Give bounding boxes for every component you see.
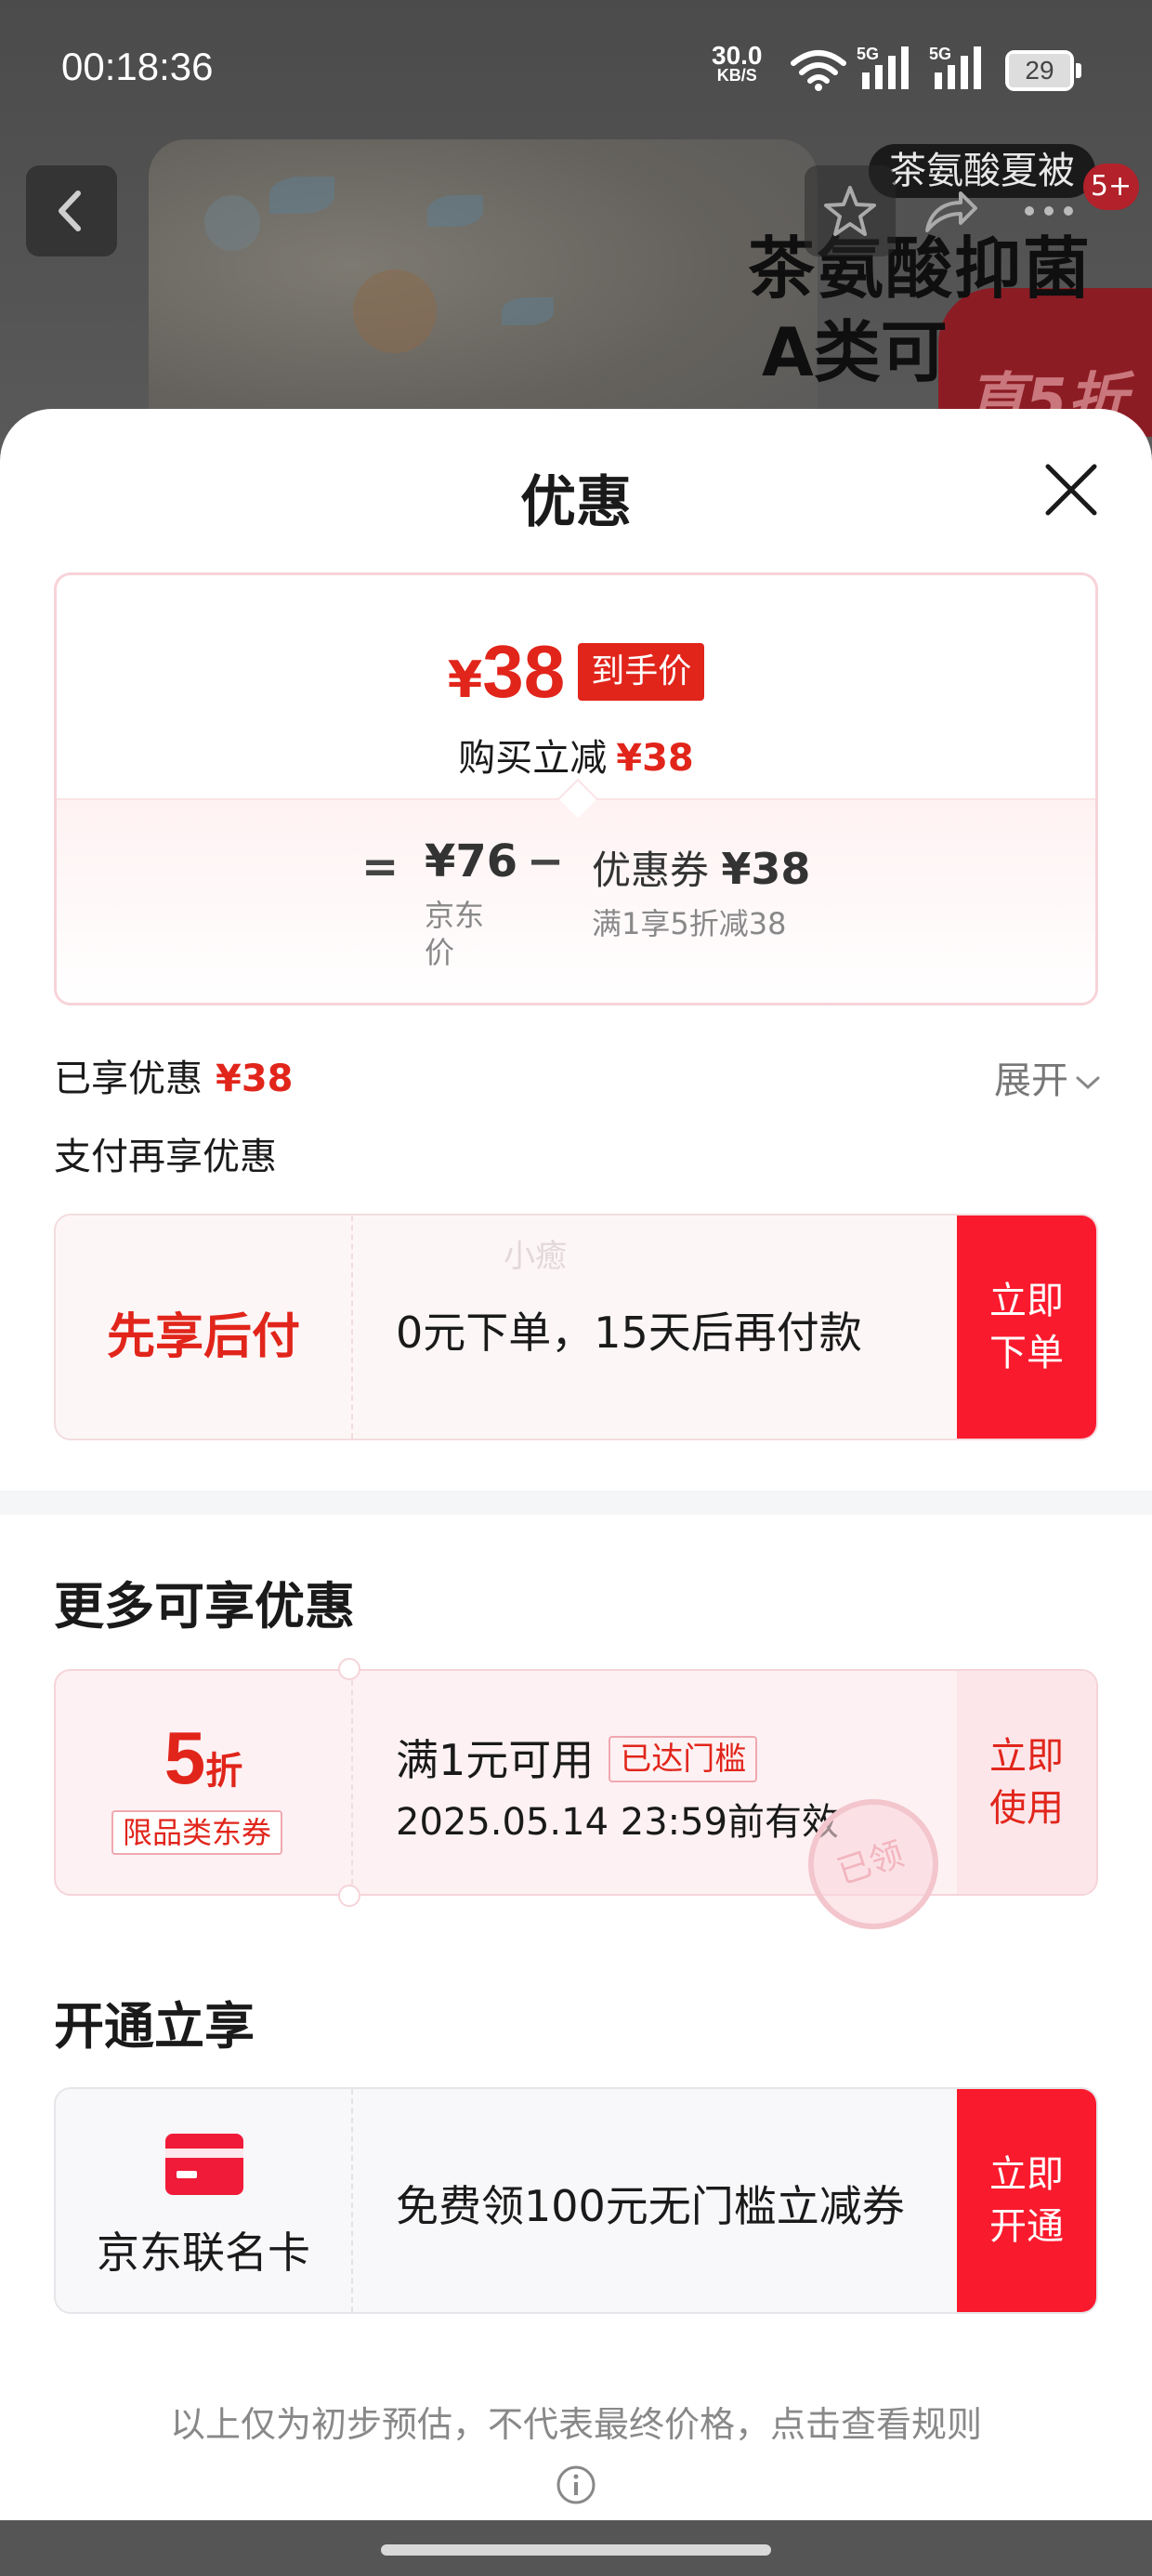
- signal-icon: 5G: [857, 45, 916, 95]
- coupon-rule: 满1享5折减38: [592, 906, 787, 941]
- coupon-expiry: 2025.05.14 23:59前有效: [396, 1801, 840, 1844]
- final-price-tag: 到手价: [578, 643, 705, 701]
- discount-sheet: 优惠 ¥38 到手价 购买立减 ¥38 = ¥76 京东价 − 优惠券 ¥38 满1…: [0, 409, 1152, 2520]
- battery-icon: 29: [1005, 50, 1081, 91]
- home-indicator[interactable]: [381, 2544, 771, 2556]
- enjoyed-discount: 已享优惠 ¥38: [54, 1058, 294, 1100]
- jd-card-offer: 京东联名卡 免费领100元无门槛立减券 立即开通: [54, 2087, 1098, 2314]
- minus-sign: −: [527, 835, 565, 887]
- instant-discount: 购买立减 ¥38: [458, 737, 694, 780]
- coupon-condition: 满1元可用 已达门槛: [396, 1727, 758, 1788]
- watermark: 小癒: [504, 1238, 567, 1275]
- open-benefits-title: 开通立享: [54, 1997, 255, 2056]
- expand-button[interactable]: 展开: [994, 1050, 1102, 1104]
- order-now-button[interactable]: 立即下单: [957, 1216, 1096, 1439]
- more-button[interactable]: [1003, 165, 1094, 256]
- final-price: ¥38 到手价: [57, 629, 1095, 715]
- signal-icon: 5G: [929, 45, 988, 95]
- share-button[interactable]: [901, 165, 992, 256]
- jd-card-name: 京东联名卡: [97, 2228, 310, 2278]
- clock: 00:18:36: [61, 45, 214, 88]
- rules-note[interactable]: 以上仅为初步预估，不代表最终价格，点击查看规则: [0, 2396, 1152, 2447]
- info-icon[interactable]: [556, 2464, 596, 2505]
- status-badge: 已达门槛: [609, 1736, 758, 1782]
- original-price-label: 京东价: [425, 898, 485, 970]
- close-icon[interactable]: [1039, 457, 1104, 522]
- bnpl-card: 先享后付 0元下单，15天后再付款 立即下单: [54, 1214, 1098, 1440]
- bnpl-title: 先享后付: [106, 1309, 300, 1365]
- coupon-amount: 5折: [164, 1716, 243, 1799]
- svg-text:5G: 5G: [857, 45, 879, 63]
- wifi-icon: [791, 50, 846, 91]
- svg-text:5G: 5G: [929, 45, 951, 63]
- price-summary-card: ¥38 到手价 购买立减 ¥38 = ¥76 京东价 − 优惠券 ¥38 满1享5折…: [54, 572, 1098, 1005]
- more-discounts-title: 更多可享优惠: [54, 1577, 355, 1636]
- original-price: ¥76: [425, 835, 518, 887]
- chevron-down-icon: [1076, 1076, 1100, 1090]
- jd-card-desc: 免费领100元无门槛立减券: [396, 2181, 905, 2231]
- sheet-title: 优惠: [520, 470, 632, 535]
- star-icon: [824, 186, 876, 236]
- favorite-button[interactable]: [805, 165, 896, 256]
- section-divider: [0, 1491, 1152, 1515]
- back-arrow-icon: [59, 191, 81, 231]
- credit-card-icon: [165, 2134, 243, 2195]
- product-headline-line2: A类可: [762, 313, 948, 391]
- coupon-card: 5折 限品类东券 满1元可用 已达门槛 2025.05.14 23:59前有效 立…: [54, 1669, 1098, 1896]
- home-indicator-bar: [0, 2520, 1152, 2576]
- bnpl-desc: 0元下单，15天后再付款: [396, 1308, 862, 1358]
- coupon-deduction: 优惠券 ¥38: [592, 844, 811, 894]
- equals-sign: =: [361, 841, 399, 893]
- more-icon: [1025, 206, 1073, 216]
- price-breakdown: [57, 798, 1095, 1003]
- share-icon: [925, 191, 977, 232]
- back-button[interactable]: [26, 165, 117, 256]
- coupon-category: 限品类东券: [111, 1810, 283, 1855]
- claimed-stamp: 已领: [808, 1799, 938, 1929]
- use-now-button[interactable]: 立即使用: [957, 1671, 1096, 1894]
- network-speed: 30.0 KB/S: [712, 41, 763, 85]
- pay-more-label: 支付再享优惠: [54, 1136, 277, 1178]
- product-image: [149, 139, 818, 437]
- open-now-button[interactable]: 立即开通: [957, 2089, 1096, 2312]
- status-bar: 00:18:36 30.0 KB/S 5G 5G 29: [0, 0, 1152, 139]
